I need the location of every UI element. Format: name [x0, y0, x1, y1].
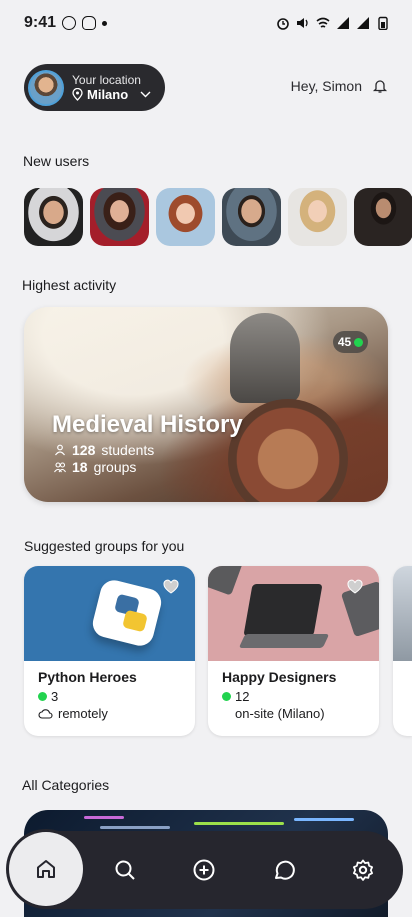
volume-icon	[297, 18, 308, 28]
signal-2-icon	[357, 17, 369, 29]
person-icon	[55, 444, 65, 456]
signal-icon	[337, 17, 349, 29]
greeting: Hey, Simon	[291, 78, 388, 94]
chevron-down-icon	[140, 91, 151, 98]
group-title: Python Heroes	[38, 669, 137, 685]
designers-group-image	[208, 566, 379, 661]
snapchat-icon	[82, 16, 97, 30]
battery-icon	[378, 16, 388, 30]
cloud-icon	[38, 709, 53, 719]
python-group-image	[24, 566, 195, 661]
group-card-python[interactable]: Python Heroes 3 remotely	[24, 566, 195, 736]
groups-row: 18 groups	[54, 459, 136, 475]
whatsapp-icon	[62, 16, 77, 30]
nav-search[interactable]	[111, 856, 139, 884]
group-members: 3	[38, 689, 58, 704]
greeting-text: Hey, Simon	[290, 78, 362, 94]
status-time: 9:41	[24, 14, 57, 31]
online-count: 45	[337, 335, 352, 349]
group-title: Happy Designers	[222, 669, 337, 685]
new-users-title: New users	[23, 153, 90, 169]
group-card-peek[interactable]	[393, 566, 412, 736]
students-label: students	[101, 442, 155, 458]
online-count-badge: 45	[333, 331, 368, 353]
nav-home[interactable]	[9, 832, 83, 906]
location-city: Milano	[87, 87, 129, 102]
new-user-avatar[interactable]	[354, 188, 412, 246]
groups-label: groups	[93, 459, 137, 475]
highest-activity-title: Highest activity	[22, 277, 117, 293]
location-selector[interactable]: Your location Milano	[24, 64, 165, 111]
group-place: remotely	[58, 706, 108, 721]
new-user-avatar[interactable]	[156, 188, 215, 246]
nav-add[interactable]	[190, 856, 218, 884]
notification-dot-icon	[102, 20, 108, 26]
location-pin-icon	[72, 88, 83, 101]
bell-icon[interactable]	[372, 78, 388, 94]
add-icon	[193, 859, 215, 881]
settings-icon	[353, 859, 374, 881]
chat-icon	[274, 860, 295, 880]
group-location: remotely	[38, 706, 108, 721]
group-member-count: 12	[235, 689, 250, 704]
nav-chat[interactable]	[270, 856, 298, 884]
online-dot-icon	[222, 692, 231, 701]
group-location: on-site (Milano)	[235, 706, 325, 721]
home-icon	[37, 860, 55, 878]
wifi-icon	[316, 17, 330, 28]
new-user-avatar[interactable]	[288, 188, 347, 246]
alarm-icon	[277, 18, 289, 30]
activity-title: Medieval History	[52, 411, 243, 438]
suggested-groups-title: Suggested groups for you	[24, 538, 185, 554]
new-user-avatar[interactable]	[222, 188, 281, 246]
new-user-avatar[interactable]	[90, 188, 149, 246]
group-card-designers[interactable]: Happy Designers 12 on-site (Milano)	[208, 566, 379, 736]
group-place: on-site (Milano)	[235, 706, 325, 721]
online-dot-icon	[354, 337, 364, 347]
status-bar: 9:41	[0, 0, 412, 46]
new-user-avatar[interactable]	[24, 188, 83, 246]
students-row: 128 students	[54, 442, 154, 458]
heart-icon[interactable]	[347, 579, 363, 595]
online-dot-icon	[38, 692, 47, 701]
group-member-count: 3	[51, 689, 59, 704]
search-icon	[115, 860, 135, 880]
city-group-image	[393, 566, 412, 661]
all-categories-title: All Categories	[22, 777, 110, 793]
new-users-list	[24, 188, 412, 246]
nav-settings[interactable]	[349, 856, 377, 884]
shield-image	[228, 399, 348, 502]
user-avatar[interactable]	[28, 69, 64, 106]
activity-card[interactable]: 45 Medieval History 128 students 18 grou…	[24, 307, 388, 502]
students-count: 128	[72, 442, 96, 458]
heart-icon[interactable]	[163, 579, 179, 595]
knight-image	[230, 313, 300, 403]
location-label: Your location	[72, 73, 141, 87]
group-icon	[54, 462, 66, 473]
group-members: 12	[222, 689, 249, 704]
groups-count: 18	[72, 459, 88, 475]
